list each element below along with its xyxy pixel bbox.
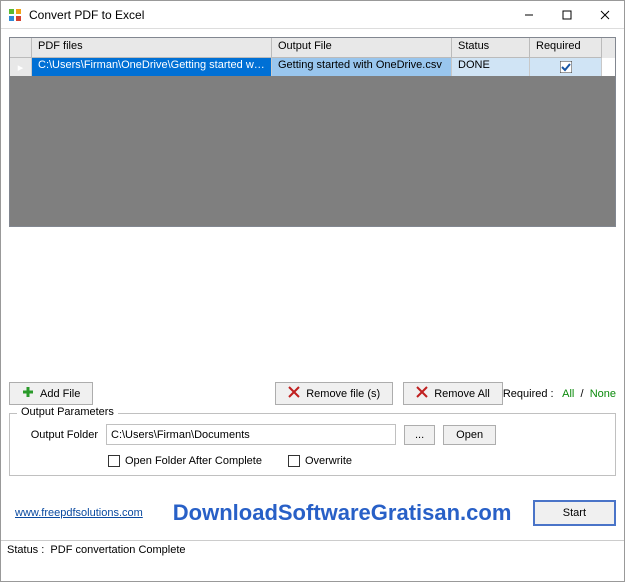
output-folder-input[interactable]: [106, 424, 396, 445]
checkbox-icon: [288, 455, 300, 467]
overwrite-label: Overwrite: [305, 455, 352, 467]
add-file-button[interactable]: Add File: [9, 382, 93, 405]
row-indicator-icon: ▸: [10, 58, 32, 76]
open-after-complete-label: Open Folder After Complete: [125, 455, 262, 467]
x-icon: [288, 386, 300, 401]
required-all-link[interactable]: All: [562, 388, 574, 400]
cell-required[interactable]: [530, 58, 602, 76]
remove-all-label: Remove All: [434, 388, 490, 400]
table-row[interactable]: ▸ C:\Users\Firman\OneDrive\Getting start…: [10, 58, 615, 76]
status-text: PDF convertation Complete: [50, 544, 185, 556]
grid-header-indicator: [10, 38, 32, 58]
x-icon: [416, 386, 428, 401]
minimize-button[interactable]: [510, 1, 548, 29]
cell-output-file[interactable]: Getting started with OneDrive.csv: [272, 58, 452, 76]
maximize-button[interactable]: [548, 1, 586, 29]
browse-folder-button[interactable]: ...: [404, 425, 435, 445]
grid-header-pdf[interactable]: PDF files: [32, 38, 272, 58]
overwrite-checkbox[interactable]: Overwrite: [288, 455, 352, 467]
add-file-label: Add File: [40, 388, 80, 400]
output-parameters-group: Output Parameters Output Folder ... Open…: [9, 413, 616, 476]
plus-icon: [22, 386, 34, 401]
output-parameters-title: Output Parameters: [17, 406, 118, 418]
remove-file-button[interactable]: Remove file (s): [275, 382, 393, 405]
start-button[interactable]: Start: [533, 500, 616, 526]
watermark-text: DownloadSoftwareGratisan.com: [173, 500, 512, 526]
grid-header-output[interactable]: Output File: [272, 38, 452, 58]
remove-file-label: Remove file (s): [306, 388, 380, 400]
required-sep: /: [581, 388, 584, 400]
file-grid[interactable]: PDF files Output File Status Required ▸ …: [9, 37, 616, 227]
open-after-complete-checkbox[interactable]: Open Folder After Complete: [108, 455, 262, 467]
close-button[interactable]: [586, 1, 624, 29]
app-icon: [7, 7, 23, 23]
titlebar: Convert PDF to Excel: [1, 1, 624, 29]
cell-pdf-path[interactable]: C:\Users\Firman\OneDrive\Getting started…: [32, 58, 272, 76]
website-link[interactable]: www.freepdfsolutions.com: [15, 507, 143, 519]
grid-header: PDF files Output File Status Required: [10, 38, 615, 58]
required-none-link[interactable]: None: [590, 388, 616, 400]
grid-header-status[interactable]: Status: [452, 38, 530, 58]
remove-all-button[interactable]: Remove All: [403, 382, 503, 405]
open-folder-button[interactable]: Open: [443, 425, 496, 445]
status-label: Status :: [7, 544, 44, 556]
cell-status: DONE: [452, 58, 530, 76]
status-bar: Status : PDF convertation Complete: [1, 540, 624, 560]
required-label: Required :: [503, 388, 554, 400]
grid-header-required[interactable]: Required: [530, 38, 602, 58]
output-folder-label: Output Folder: [18, 429, 98, 441]
window-title: Convert PDF to Excel: [29, 8, 510, 22]
checkbox-icon: [108, 455, 120, 467]
